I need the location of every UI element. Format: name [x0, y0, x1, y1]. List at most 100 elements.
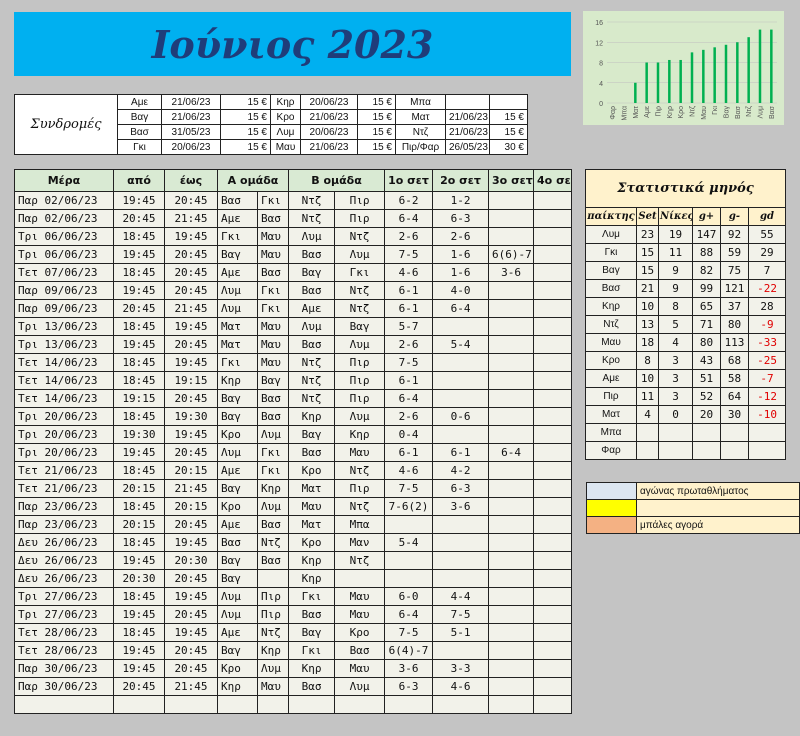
match-cell: Βαγ	[217, 389, 258, 408]
match-cell: 6-1	[384, 281, 434, 300]
match-cell: 6-1	[384, 371, 434, 390]
match-cell: Κηρ	[256, 479, 290, 498]
match-cell	[256, 695, 290, 714]
chart-bar	[679, 59, 682, 103]
match-cell	[334, 695, 386, 714]
subscription-player: Βασ	[117, 124, 162, 140]
match-cell	[533, 605, 573, 624]
subscription-player: Πιρ/Φαρ	[395, 139, 446, 155]
subscription-player: Κρο	[270, 109, 301, 125]
match-cell: 21:45	[164, 479, 218, 498]
legend-swatch	[586, 482, 637, 500]
match-cell: 6-0	[384, 587, 434, 606]
stats-row: Ματ 4 0 20 30 -10	[585, 405, 787, 424]
subscription-player: Λυμ	[270, 124, 301, 140]
stats-cell: Μαυ	[585, 333, 637, 352]
match-cell: 19:15	[113, 389, 165, 408]
chart-xtick-label: Μαυ	[701, 106, 708, 120]
match-cell	[533, 263, 573, 282]
legend-swatch	[586, 516, 637, 534]
match-cell: Ντζ	[256, 533, 290, 552]
page-title-banner: Ιούνιος 2023	[14, 12, 571, 76]
match-cell: 6-3	[432, 209, 490, 228]
match-cell: 7-5	[432, 605, 490, 624]
match-cell: Αμε	[217, 515, 258, 534]
match-cell: 19:45	[113, 245, 165, 264]
stats-cell: 8	[636, 351, 659, 370]
match-cell: Κηρ	[288, 551, 336, 570]
match-cell: 1-2	[432, 191, 490, 210]
stats-cell: Κρο	[585, 351, 637, 370]
matches-table: Μέρα από έως Α ομάδα Β ομάδα 1ο σετ 2ο σετ 3ο σ…	[14, 169, 573, 714]
match-cell: Τρι 27/06/23	[14, 605, 114, 624]
match-cell: Μαυ	[256, 227, 290, 246]
match-cell	[533, 533, 573, 552]
match-row: Παρ 23/06/23 20:15 20:45 Αμε Βασ Ματ Μπα	[14, 515, 573, 534]
match-cell: 7-5	[384, 245, 434, 264]
match-row: Τετ 07/06/23 18:45 20:45 Αμε Βασ Βαγ Γκι 4-6 1-6…	[14, 263, 573, 282]
match-cell	[256, 569, 290, 588]
legend-label: μπάλες αγορά	[636, 516, 800, 534]
match-cell: Ματ	[288, 515, 336, 534]
match-cell: Μαυ	[334, 587, 386, 606]
match-row: Παρ 09/06/23 19:45 20:45 Λυμ Γκι Βασ Ντζ 6-1 4-0	[14, 281, 573, 300]
stats-cell: 11	[636, 387, 659, 406]
match-cell: Βαγ	[217, 641, 258, 660]
stats-row: Φαρ	[585, 441, 787, 460]
match-cell	[432, 371, 490, 390]
match-cell: Ντζ	[288, 389, 336, 408]
match-cell	[533, 443, 573, 462]
match-cell: Τρι 06/06/23	[14, 245, 114, 264]
match-cell: Γκι	[217, 227, 258, 246]
match-cell: Λυμ	[334, 677, 386, 696]
stats-header-cell: g-	[720, 207, 749, 226]
match-cell	[488, 353, 535, 372]
match-cell: Δευ 26/06/23	[14, 551, 114, 570]
subscription-player: Αμε	[117, 94, 162, 110]
legend-table: αγώνας πρωταθλήματος μπάλες αγορά	[586, 482, 800, 534]
match-cell: Βαγ	[217, 245, 258, 264]
match-cell: Ντζ	[288, 209, 336, 228]
subscription-date: 31/05/23	[161, 124, 221, 140]
chart-bar	[736, 42, 739, 103]
chart-bar	[645, 62, 648, 103]
stats-cell: Φαρ	[585, 441, 637, 460]
chart-bar	[668, 59, 671, 103]
stats-cell	[720, 441, 749, 460]
match-cell: 18:45	[113, 227, 165, 246]
match-cell	[533, 569, 573, 588]
match-row: Τετ 28/06/23 18:45 19:45 Αμε Ντζ Βαγ Κρο 7-5 5-1	[14, 623, 573, 642]
match-cell: 20:45	[164, 335, 218, 354]
match-cell: 7-5	[384, 353, 434, 372]
match-cell: Βασ	[256, 407, 290, 426]
matches-header-cell: 3ο σετ	[488, 169, 535, 192]
match-cell: 18:45	[113, 353, 165, 372]
match-cell: Βασ	[288, 443, 336, 462]
stats-cell: 21	[636, 279, 659, 298]
match-cell: Λυμ	[288, 317, 336, 336]
match-cell	[164, 695, 218, 714]
legend-row: αγώνας πρωταθλήματος	[586, 482, 800, 500]
subscription-player: Μαυ	[270, 139, 301, 155]
match-cell: 4-6	[384, 263, 434, 282]
match-cell: 21:45	[164, 209, 218, 228]
match-cell: 19:45	[164, 623, 218, 642]
match-cell: Βασ	[256, 263, 290, 282]
subscription-amount	[489, 94, 528, 110]
stats-cell: 58	[720, 369, 749, 388]
match-cell: Γκι	[334, 263, 386, 282]
match-cell	[533, 425, 573, 444]
match-cell: Μαυ	[256, 353, 290, 372]
match-cell	[488, 407, 535, 426]
match-cell: 4-4	[432, 587, 490, 606]
stats-cell: Ματ	[585, 405, 637, 424]
match-cell: Αμε	[217, 263, 258, 282]
match-cell: Βασ	[256, 389, 290, 408]
subscriptions-table: Συνδρομές Αμε 21/06/23 15 € Κηρ 20/06/23 15 € Μ…	[14, 94, 528, 155]
match-cell: Μαυ	[256, 677, 290, 696]
match-row: Τρι 06/06/23 18:45 19:45 Γκι Μαυ Λυμ Ντζ 2-6 2-6	[14, 227, 573, 246]
chart-xtick-label: Ματ	[633, 106, 640, 119]
match-cell: 3-6	[432, 497, 490, 516]
match-cell: Τρι 20/06/23	[14, 443, 114, 462]
match-cell: 6-4	[384, 389, 434, 408]
